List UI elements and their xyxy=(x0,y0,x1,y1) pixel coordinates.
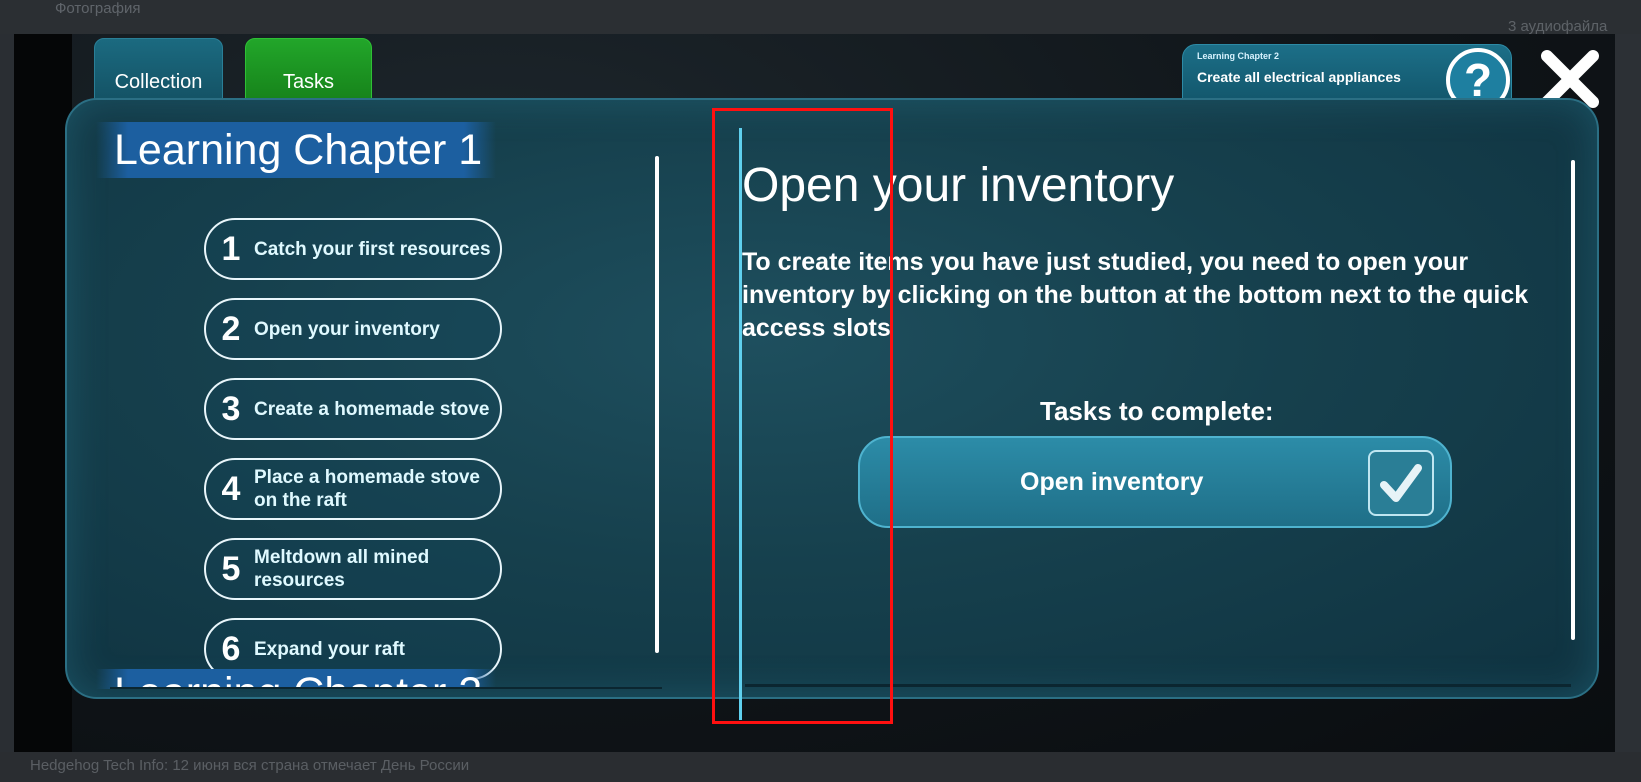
current-task-title: Create all electrical appliances xyxy=(1197,69,1401,85)
next-chapter-title: Learning Chapter 2 xyxy=(96,669,496,689)
task-item-label: Open inventory xyxy=(1020,468,1204,496)
background-footer-text: Hedgehog Tech Info: 12 июня вся страна о… xyxy=(30,757,470,774)
current-task-chapter: Learning Chapter 2 xyxy=(1197,51,1280,61)
chapter-step[interactable]: 3 Create a homemade stove xyxy=(204,378,502,440)
step-number: 4 xyxy=(221,469,241,508)
background-top-bar: Фотография 3 аудиофайла xyxy=(0,0,1641,35)
chapter-step[interactable]: 5 Meltdown all mined resources xyxy=(204,538,502,600)
step-number: 2 xyxy=(221,309,241,348)
chapter-list-scrollbar[interactable] xyxy=(655,156,659,653)
tasks-to-complete-header: Tasks to complete: xyxy=(1040,396,1274,426)
chapter-step[interactable]: 2 Open your inventory xyxy=(204,298,502,360)
step-label: Open your inventory xyxy=(254,318,440,340)
step-number: 3 xyxy=(221,389,241,428)
chapter-step[interactable]: 4 Place a homemade stove on the raft xyxy=(204,458,502,520)
background-bottom-bar: Hedgehog Tech Info: 12 июня вся страна о… xyxy=(0,752,1641,782)
task-detail-scrollbar[interactable] xyxy=(1571,160,1575,640)
background-right-caption: 3 аудиофайла xyxy=(1508,18,1608,35)
step-label: Meltdown all mined resources xyxy=(254,547,430,591)
step-label: Create a homemade stove xyxy=(254,398,490,420)
step-number: 5 xyxy=(221,549,241,588)
chapter-title: Learning Chapter 1 xyxy=(96,122,496,178)
step-number: 6 xyxy=(221,629,241,668)
background-right-strip xyxy=(1615,34,1641,754)
background-caption: Фотография xyxy=(55,0,141,17)
game-left-shadow xyxy=(14,34,72,752)
highlight-annotation-box xyxy=(712,108,893,724)
checkmark-icon xyxy=(1380,464,1422,502)
background-left-strip xyxy=(0,34,14,754)
chapter-step[interactable]: 1 Catch your first resources xyxy=(204,218,502,280)
next-chapter-title-text: Learning Chapter 2 xyxy=(114,669,482,689)
chapter-list-divider xyxy=(110,687,662,689)
step-label: Expand your raft xyxy=(254,638,405,660)
step-label: Catch your first resources xyxy=(254,238,491,260)
step-label: Place a homemade stove on the raft xyxy=(254,467,480,511)
task-item: Open inventory xyxy=(858,436,1452,528)
step-number: 1 xyxy=(221,229,241,268)
task-checkbox xyxy=(1368,450,1434,516)
